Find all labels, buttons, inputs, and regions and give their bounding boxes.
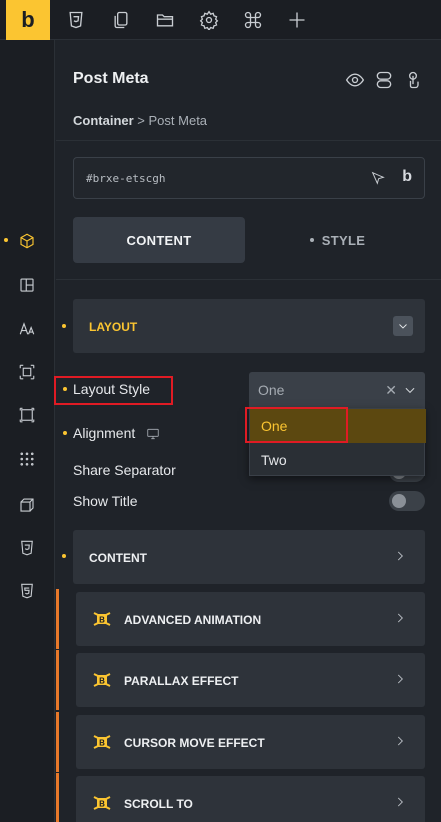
toggle-knob bbox=[392, 494, 406, 508]
folder-icon[interactable] bbox=[153, 8, 177, 32]
breadcrumb-current: Post Meta bbox=[148, 113, 208, 128]
section-content[interactable]: CONTENT bbox=[73, 530, 425, 584]
svg-text:B: B bbox=[99, 677, 105, 686]
section-label: SCROLL TO bbox=[124, 797, 193, 811]
bricksforge-icon: B bbox=[93, 735, 111, 749]
section-label: PARALLAX EFFECT bbox=[124, 674, 239, 688]
panel-title: Post Meta bbox=[73, 70, 149, 87]
element-id-value[interactable]: #brxe-etscgh bbox=[86, 172, 165, 185]
clear-icon[interactable]: ✕ bbox=[385, 382, 397, 399]
tab-style[interactable]: STYLE bbox=[250, 217, 425, 263]
layout-icon[interactable] bbox=[16, 274, 38, 296]
highlight-box bbox=[54, 376, 173, 405]
bricksforge-icon: B bbox=[93, 612, 111, 626]
section-layout-label: LAYOUT bbox=[89, 320, 138, 334]
divider bbox=[56, 279, 441, 280]
section-dot bbox=[62, 554, 66, 558]
chevron-right-icon[interactable] bbox=[393, 611, 407, 625]
bricksforge-icon: B bbox=[93, 673, 111, 687]
css3-icon[interactable] bbox=[16, 537, 38, 559]
section-label: CURSOR MOVE EFFECT bbox=[124, 736, 265, 750]
section-dot bbox=[62, 324, 66, 328]
svg-text:B: B bbox=[99, 800, 105, 809]
element-id-field[interactable]: #brxe-etscgh b bbox=[73, 157, 425, 199]
top-toolbar: b bbox=[0, 0, 441, 40]
chevron-right-icon[interactable] bbox=[393, 734, 407, 748]
command-icon[interactable] bbox=[241, 8, 265, 32]
layout-style-value: One bbox=[258, 382, 285, 398]
grid-dots-icon[interactable] bbox=[16, 448, 38, 470]
tab-style-dot bbox=[309, 238, 314, 242]
accent-bar bbox=[56, 773, 59, 822]
eye-icon[interactable] bbox=[345, 70, 365, 90]
chevron-down-icon[interactable] bbox=[393, 316, 413, 336]
tab-style-label: STYLE bbox=[321, 232, 366, 248]
divider bbox=[56, 140, 441, 141]
breadcrumb-separator: > bbox=[137, 113, 145, 128]
monitor-icon[interactable] bbox=[146, 427, 160, 441]
section-scroll-to[interactable]: B SCROLL TO bbox=[56, 773, 425, 822]
section-label: ADVANCED ANIMATION bbox=[124, 613, 262, 627]
accent-bar bbox=[56, 712, 59, 772]
element-panel-sidebar bbox=[0, 40, 55, 822]
layout-style-select[interactable]: One ✕ bbox=[249, 372, 425, 408]
element-settings-panel: Post Meta Container > Post Meta #brxe-et… bbox=[54, 40, 441, 822]
spacing-icon[interactable] bbox=[16, 361, 38, 383]
svg-text:B: B bbox=[99, 616, 105, 625]
pointer-hand-icon[interactable] bbox=[403, 70, 423, 90]
section-layout[interactable]: LAYOUT bbox=[73, 299, 425, 353]
pages-icon[interactable] bbox=[109, 8, 133, 32]
cube-icon[interactable] bbox=[16, 230, 38, 252]
typography-icon[interactable] bbox=[16, 318, 38, 340]
highlight-box bbox=[245, 407, 348, 443]
chevron-right-icon[interactable] bbox=[393, 672, 407, 686]
chevron-right-icon[interactable] bbox=[393, 549, 407, 563]
active-indicator-dot bbox=[4, 238, 8, 242]
svg-text:B: B bbox=[99, 739, 105, 748]
field-dot bbox=[63, 431, 67, 435]
3d-box-icon[interactable] bbox=[16, 494, 38, 516]
bricksforge-icon: B bbox=[93, 796, 111, 810]
breadcrumb-parent[interactable]: Container bbox=[73, 113, 134, 128]
section-parallax-effect[interactable]: B PARALLAX EFFECT bbox=[56, 650, 425, 710]
bricks-logo[interactable]: b bbox=[6, 0, 50, 40]
css3-icon[interactable] bbox=[64, 8, 88, 32]
plus-icon[interactable] bbox=[285, 8, 309, 32]
chevron-down-icon[interactable] bbox=[403, 383, 417, 397]
share-separator-label: Share Separator bbox=[73, 462, 176, 478]
settings-gear-icon[interactable] bbox=[197, 8, 221, 32]
show-title-label: Show Title bbox=[73, 493, 138, 509]
cursor-arrow-icon[interactable] bbox=[370, 170, 386, 186]
toggle-switch-icon[interactable] bbox=[374, 70, 394, 90]
tab-content[interactable]: CONTENT bbox=[73, 217, 245, 263]
bricks-id-icon[interactable]: b bbox=[402, 168, 412, 186]
section-content-label: CONTENT bbox=[89, 551, 147, 565]
chevron-right-icon[interactable] bbox=[393, 795, 407, 809]
section-cursor-move-effect[interactable]: B CURSOR MOVE EFFECT bbox=[56, 712, 425, 772]
breadcrumb: Container > Post Meta bbox=[73, 113, 207, 128]
html5-icon[interactable] bbox=[16, 580, 38, 602]
show-title-toggle[interactable] bbox=[389, 491, 425, 511]
option-two[interactable]: Two bbox=[250, 443, 426, 477]
section-advanced-animation[interactable]: B ADVANCED ANIMATION bbox=[56, 589, 425, 649]
box-icon[interactable] bbox=[16, 404, 38, 426]
accent-bar bbox=[56, 589, 59, 649]
accent-bar bbox=[56, 650, 59, 710]
alignment-label: Alignment bbox=[73, 425, 136, 441]
